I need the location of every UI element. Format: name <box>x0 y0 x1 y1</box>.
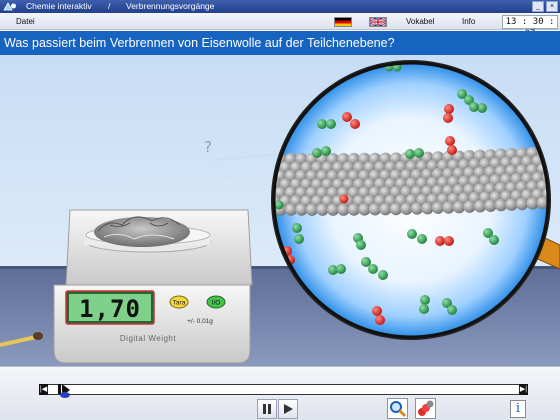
nitrogen-molecule <box>274 200 284 210</box>
menu-info[interactable]: Info <box>462 17 475 26</box>
skip-start-icon[interactable]: |◀ <box>39 384 48 395</box>
timeline-track[interactable] <box>39 384 528 395</box>
experiment-scene: ? 1,70 Tara I/O +/- 0,01g Digital Weight <box>0 55 560 366</box>
info-button[interactable]: i <box>510 400 526 418</box>
breadcrumb-separator: / <box>108 1 111 11</box>
skip-end-icon[interactable]: ▶| <box>519 384 528 395</box>
uk-flag-icon[interactable] <box>369 17 387 27</box>
hint-question-mark[interactable]: ? <box>204 138 212 156</box>
scale-precision: +/- 0,01g <box>187 318 213 325</box>
menu-bar: Datei Vokabel Info 13 : 30 : 07 <box>0 13 560 39</box>
play-button[interactable] <box>278 399 298 419</box>
scale-brand: Digital Weight <box>120 334 176 343</box>
close-button[interactable]: × <box>546 1 558 12</box>
oxygen-molecule <box>339 194 349 204</box>
german-flag-icon[interactable] <box>334 17 352 27</box>
svg-text:I/O: I/O <box>212 300 221 307</box>
magnifier-icon <box>390 401 407 418</box>
playback-controls: |◀ ▶| i <box>0 366 560 420</box>
app-title: Chemie interaktiv <box>26 1 92 11</box>
tara-button[interactable]: Tara <box>169 295 189 309</box>
power-button[interactable]: I/O <box>206 295 226 309</box>
svg-text:Tara: Tara <box>173 300 186 307</box>
title-bar: Chemie interaktiv / Verbrennungsvorgänge… <box>0 0 560 13</box>
timeline-thumb[interactable] <box>58 382 71 398</box>
minimize-button[interactable]: _ <box>532 1 544 12</box>
pause-icon <box>263 404 271 414</box>
window-controls: _ × <box>532 1 558 12</box>
menu-vocabulary[interactable]: Vokabel <box>406 17 434 26</box>
magnifier-button[interactable] <box>387 398 408 419</box>
menu-file[interactable]: Datei <box>16 17 35 26</box>
question-heading: Was passiert beim Verbrennen von Eisenwo… <box>0 31 560 55</box>
breadcrumb-section[interactable]: Verbrennungsvorgänge <box>126 0 214 13</box>
molecule-icon <box>418 400 434 416</box>
digital-scale: 1,70 Tara I/O +/- 0,01g Digital Weight <box>53 209 253 364</box>
play-icon <box>284 404 293 414</box>
app-logo-icon <box>3 2 16 11</box>
pause-button[interactable] <box>257 399 277 419</box>
clock-display: 13 : 30 : 07 <box>502 15 558 39</box>
particle-view-button[interactable] <box>415 398 436 419</box>
scale-display: 1,70 <box>79 295 141 323</box>
